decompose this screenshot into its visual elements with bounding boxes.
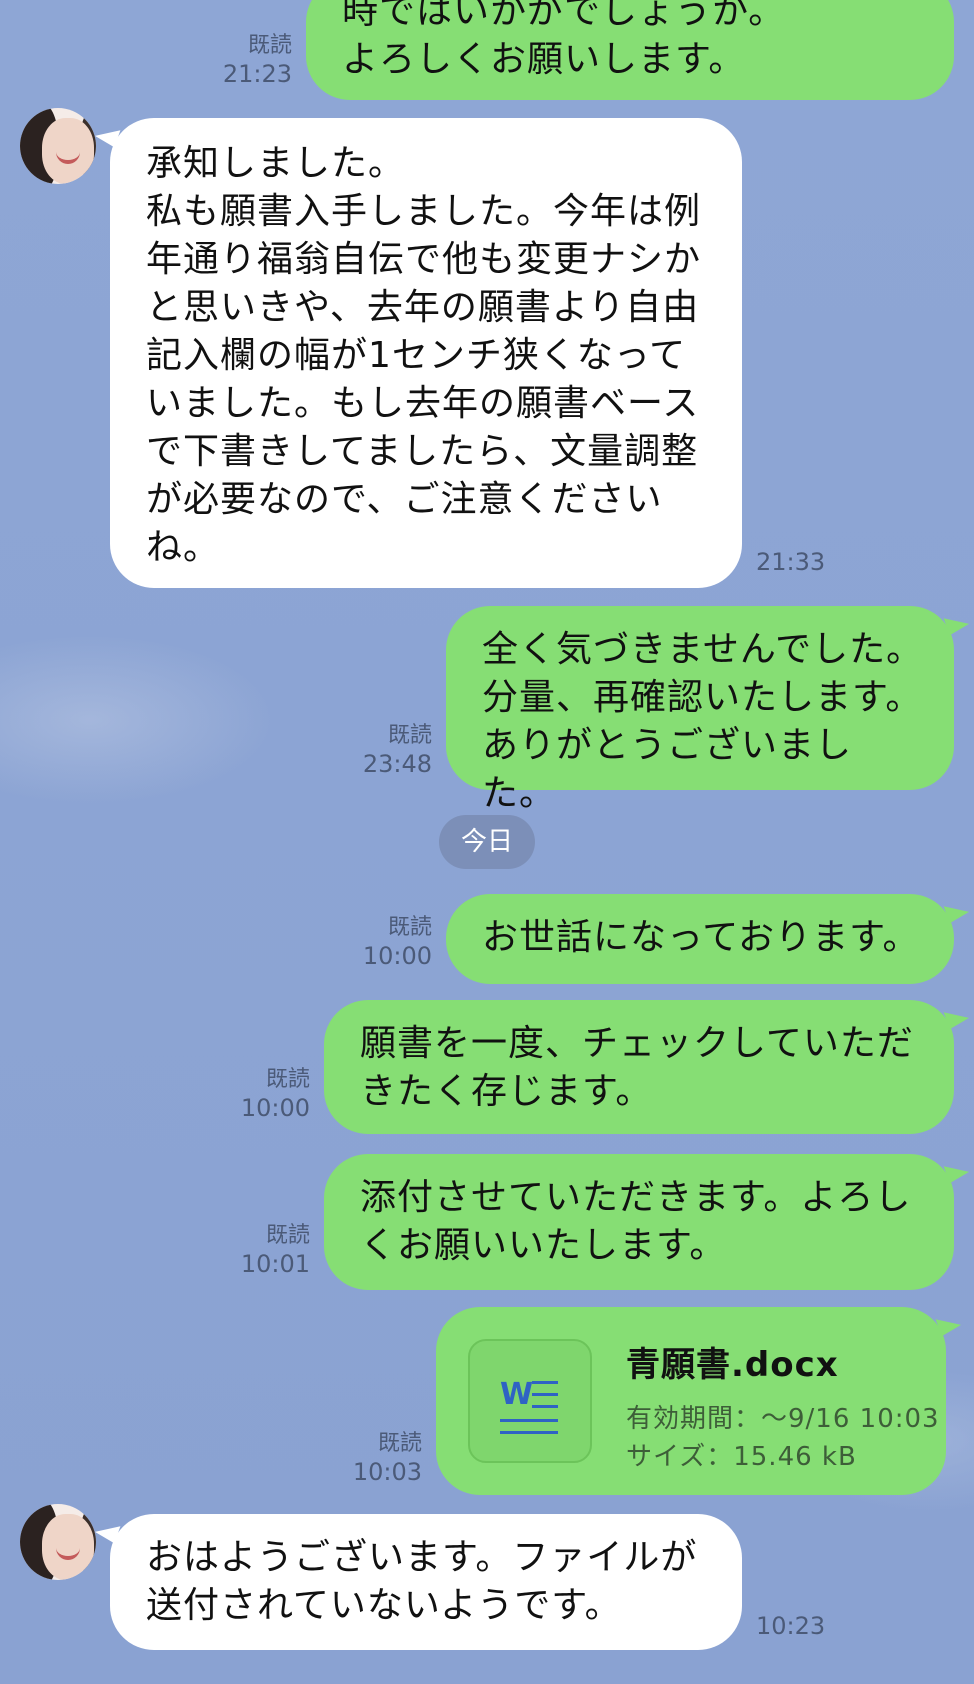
message-bubble-outgoing[interactable]: 時ではいかがでしょうか。 よろしくお願いします。 — [306, 0, 954, 100]
message-meta: 既読 23:48 — [336, 722, 432, 778]
message-bubble-incoming[interactable]: おはようございます。ファイルが 送付されていないようです。 — [93, 1514, 742, 1650]
message-text: おはようございます。ファイルが 送付されていないようです。 — [146, 1537, 698, 1626]
message-text: 願書を一度、チェックしていただ きたく存じます。 — [360, 1023, 914, 1112]
timestamp: 10:00 — [362, 942, 432, 970]
timestamp: 23:48 — [362, 750, 432, 778]
avatar[interactable] — [20, 108, 96, 184]
read-receipt: 既読 — [387, 915, 432, 940]
message-bubble-outgoing[interactable]: 全く気づきませんでした。 分量、再確認いたします。 ありがとうございました。 — [446, 606, 971, 814]
message-bubble-outgoing[interactable]: 願書を一度、チェックしていただ きたく存じます。 — [324, 1000, 971, 1134]
timestamp: 10:23 — [756, 1612, 826, 1640]
message-meta: 既読 10:01 — [214, 1222, 310, 1278]
read-receipt: 既読 — [265, 1067, 310, 1092]
avatar[interactable] — [20, 1504, 96, 1580]
date-separator: 今日 — [439, 815, 535, 869]
message-text: 時ではいかがでしょうか。 よろしくお願いします。 — [342, 0, 786, 80]
message-text: 添付させていただきます。よろし くお願いいたします。 — [360, 1177, 912, 1266]
message-text: お世話になっております。 — [482, 917, 920, 958]
file-name: 青願書.docx — [626, 1345, 839, 1385]
file-size: サイズ：15.46 kB — [626, 1442, 857, 1472]
timestamp: 21:33 — [756, 548, 826, 576]
timestamp: 21:23 — [222, 60, 292, 88]
read-receipt: 既読 — [265, 1223, 310, 1248]
message-meta: 既読 10:00 — [336, 914, 432, 970]
message-bubble-outgoing[interactable]: お世話になっております。 — [446, 894, 971, 984]
message-text: 承知しました。 私も願書入手しました。今年は例 年通り福翁自伝で他も変更ナシか … — [146, 143, 702, 568]
timestamp: 10:00 — [240, 1094, 310, 1122]
timestamp: 10:01 — [240, 1250, 310, 1278]
message-meta: 既読 21:23 — [196, 32, 292, 88]
message-meta: 既読 10:03 — [326, 1430, 422, 1486]
read-receipt: 既読 — [387, 723, 432, 748]
word-doc-icon: W — [468, 1339, 592, 1463]
message-bubble-outgoing[interactable]: 添付させていただきます。よろし くお願いいたします。 — [324, 1154, 971, 1290]
message-bubble-incoming[interactable]: 承知しました。 私も願書入手しました。今年は例 年通り福翁自伝で他も変更ナシか … — [93, 118, 742, 588]
timestamp: 10:03 — [352, 1458, 422, 1486]
message-meta: 既読 10:00 — [214, 1066, 310, 1122]
read-receipt: 既読 — [247, 33, 292, 58]
message-text: 全く気づきませんでした。 分量、再確認いたします。 ありがとうございました。 — [482, 629, 924, 814]
file-attachment-bubble[interactable]: W 青願書.docx 有効期間：～9/16 10:03 サイズ：15.46 kB — [436, 1307, 963, 1495]
read-receipt: 既読 — [377, 1431, 422, 1456]
